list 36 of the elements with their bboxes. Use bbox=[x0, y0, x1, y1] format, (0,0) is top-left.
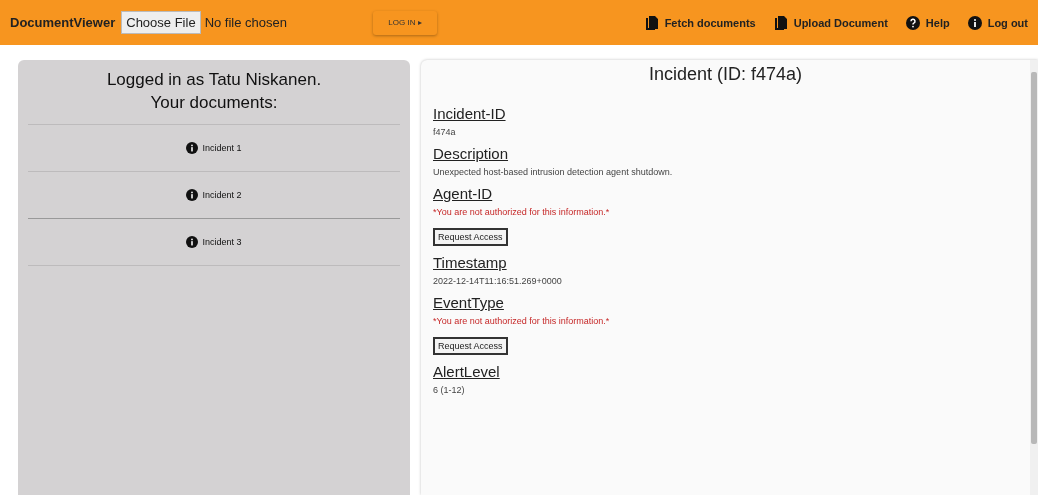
header-link[interactable]: Help bbox=[925, 16, 950, 29]
document-item[interactable]: Incident 1 bbox=[28, 124, 400, 171]
login-button[interactable]: LOG IN ▸ bbox=[373, 10, 437, 35]
info-icon bbox=[186, 189, 199, 201]
app-title: DocumentViewer bbox=[10, 15, 116, 30]
documents-icon bbox=[644, 15, 659, 30]
field-label: Timestamp bbox=[433, 254, 507, 271]
documents-icon bbox=[773, 15, 788, 30]
access-denied-message: *You are not authorized for this information.* bbox=[433, 316, 611, 326]
document-item[interactable]: Incident 2 bbox=[28, 171, 400, 218]
document-item[interactable]: Incident 3 bbox=[28, 218, 400, 266]
field-value: f474a bbox=[433, 127, 457, 137]
info-icon bbox=[186, 236, 199, 248]
sidebar-heading: Logged in as Tatu Niskanen. bbox=[105, 69, 323, 91]
field-label: Description bbox=[433, 145, 509, 162]
field-label: Incident-ID bbox=[433, 105, 506, 122]
field-value: Unexpected host-based intrusion detection agent shutdown. bbox=[433, 167, 674, 177]
request-access-button[interactable]: Request Access bbox=[433, 337, 508, 355]
access-denied-message: *You are not authorized for this information.* bbox=[433, 207, 611, 217]
header-link[interactable]: Upload Document bbox=[793, 16, 888, 29]
sidebar-heading: Your documents: bbox=[149, 92, 279, 114]
field-value: 2022-12-14T11:16:51.269+0000 bbox=[433, 276, 563, 286]
request-access-button[interactable]: Request Access bbox=[433, 228, 508, 246]
file-status: No file chosen bbox=[204, 15, 287, 30]
header-link[interactable]: Fetch documents bbox=[664, 16, 756, 29]
info-icon bbox=[186, 142, 199, 154]
field-label: Agent-ID bbox=[433, 185, 493, 202]
header-link[interactable]: Log out bbox=[987, 16, 1028, 29]
info-icon bbox=[967, 15, 982, 30]
document-title: Incident (ID: f474a) bbox=[647, 64, 804, 85]
field-label: AlertLevel bbox=[433, 363, 500, 380]
field-value: 6 (1-12) bbox=[433, 385, 466, 395]
field-label: EventType bbox=[433, 294, 504, 311]
choose-file-button[interactable]: Choose File bbox=[121, 11, 201, 34]
help-icon bbox=[905, 15, 920, 30]
scrollbar-thumb[interactable] bbox=[1031, 72, 1037, 444]
